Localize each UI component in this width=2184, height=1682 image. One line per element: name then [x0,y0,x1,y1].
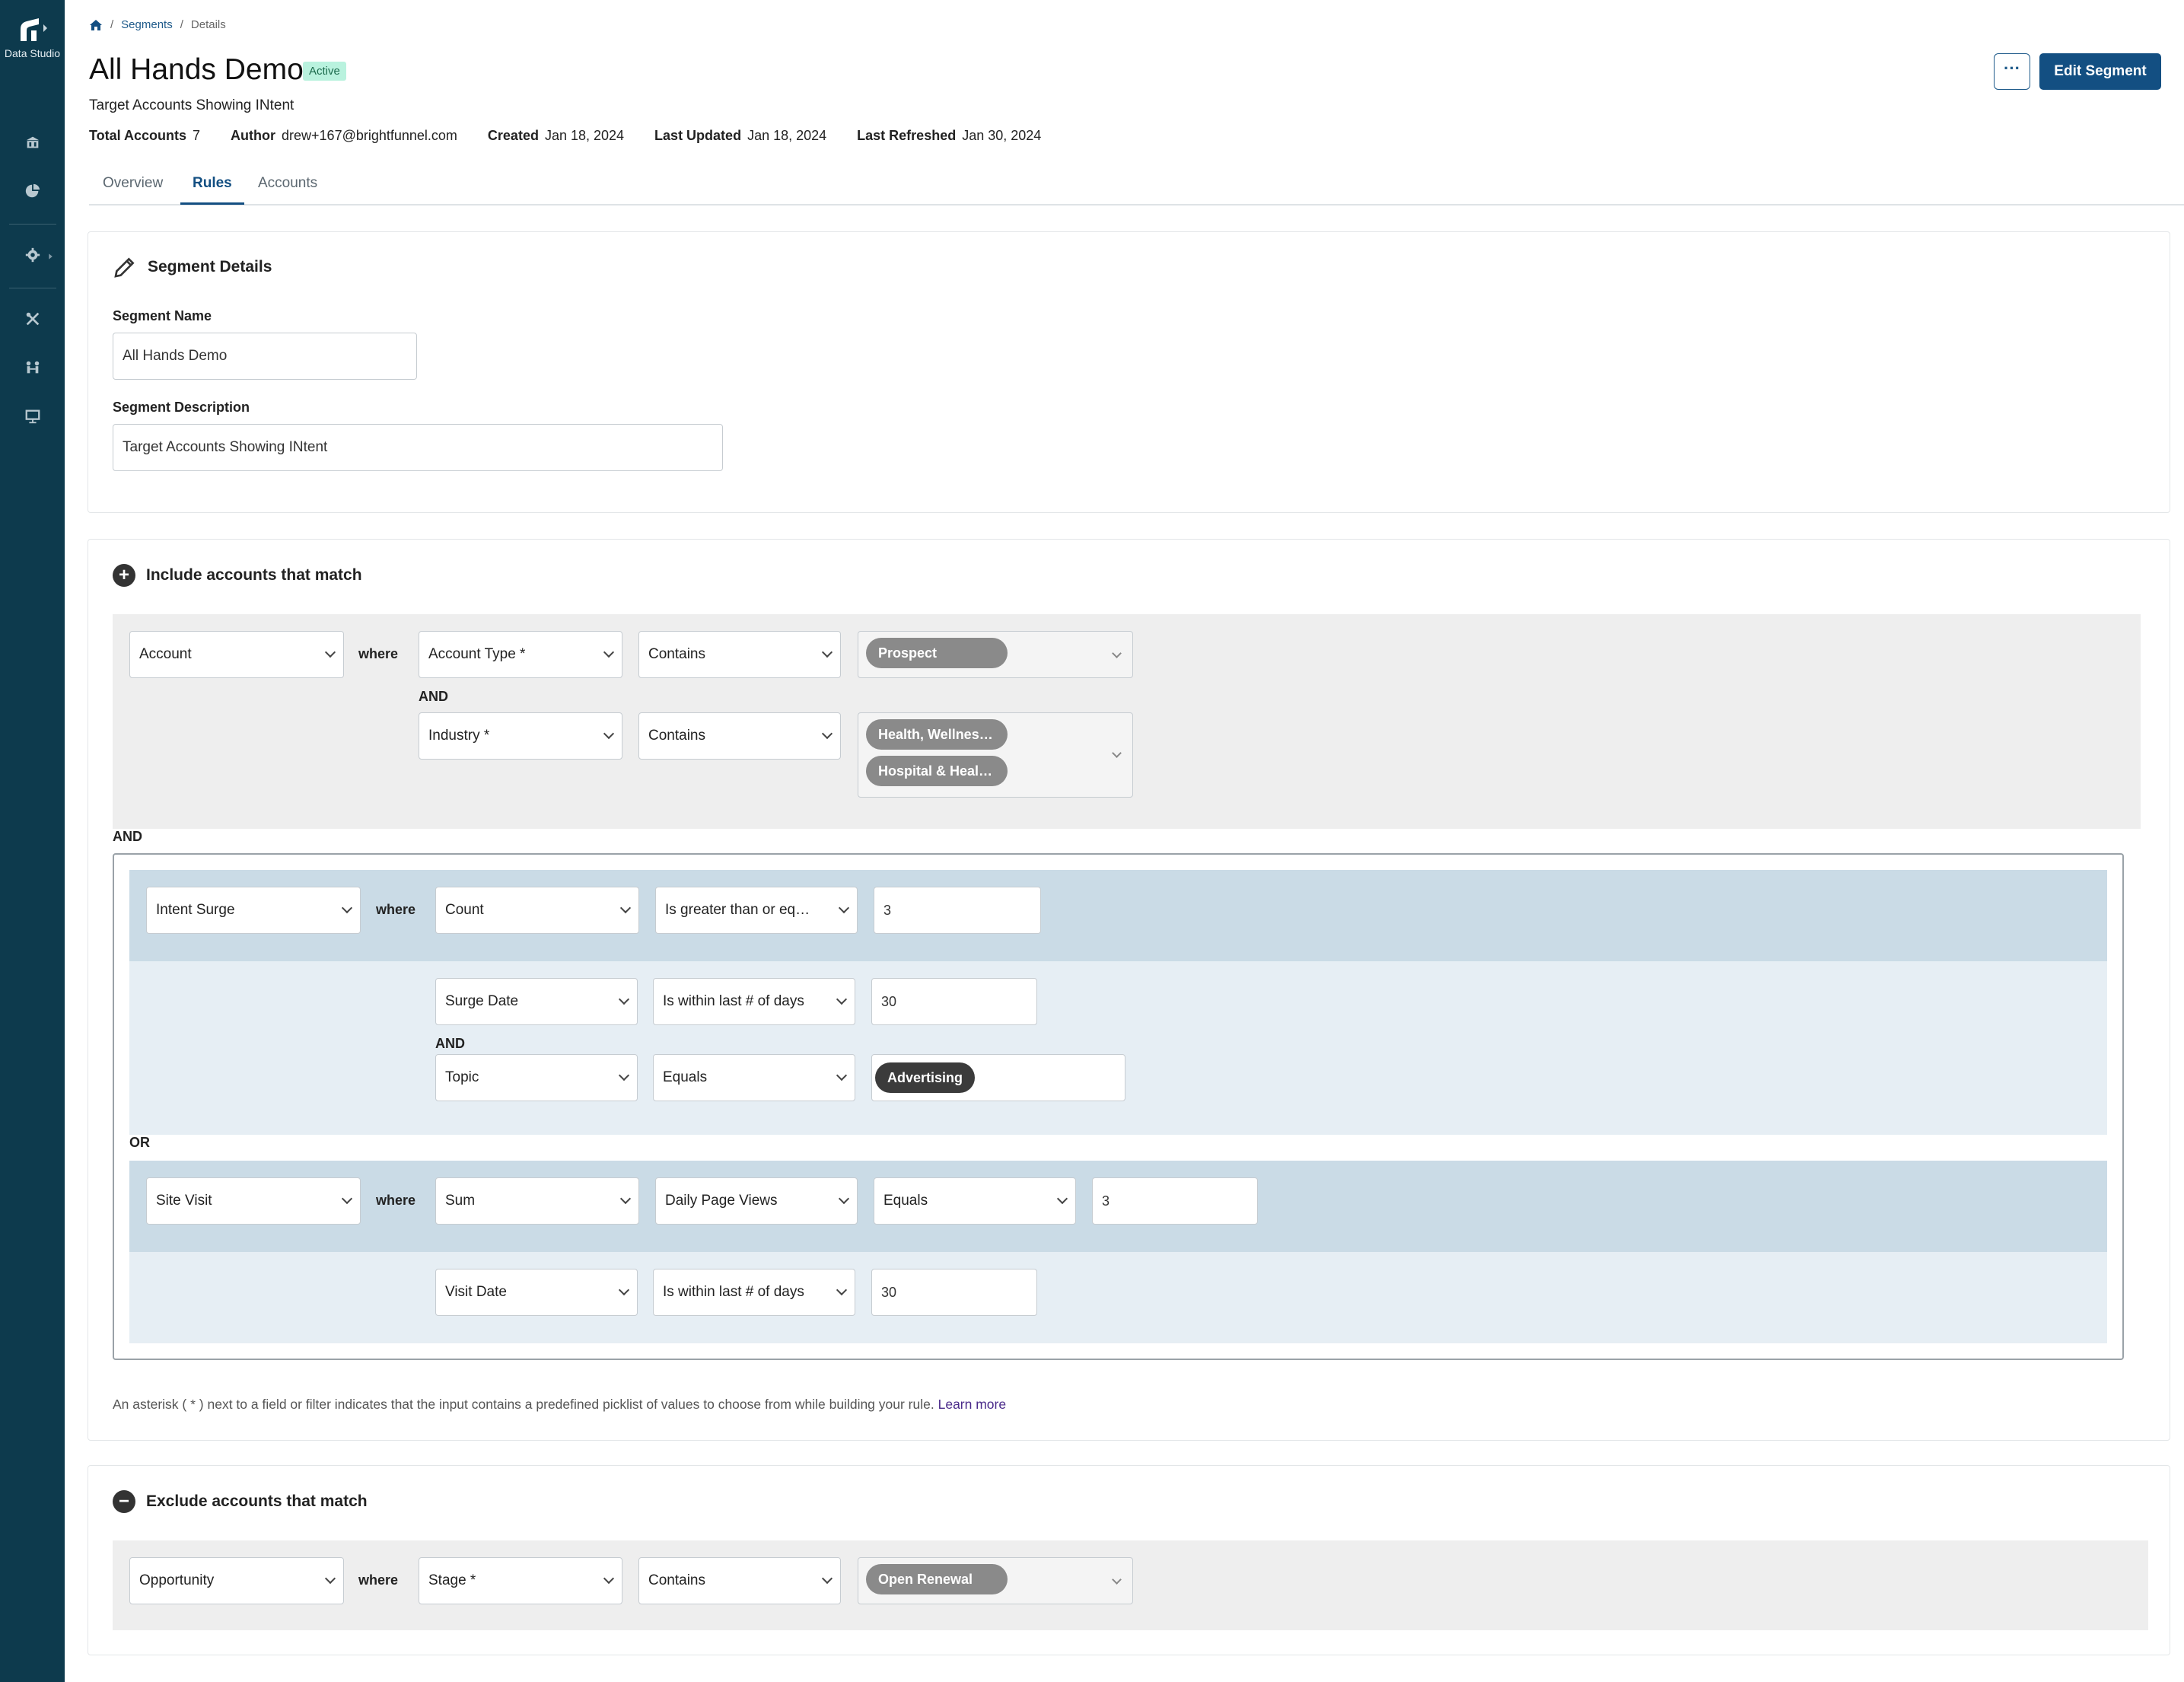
asterisk-help-note: An asterisk ( * ) next to a field or fil… [113,1397,1007,1412]
nav-settings-gear-icon[interactable] [21,244,44,266]
chip-health-wellness[interactable]: Health, Wellness & Fitness [866,719,1008,750]
surge-date-operator-select[interactable]: Is within last # of days [653,978,855,1025]
where-label: where [358,646,399,661]
breadcrumb-segments[interactable]: Segments [121,18,173,31]
include-rules-card: + Include accounts that match Account wh… [88,539,2170,1441]
nav-users-icon[interactable] [21,356,44,379]
topic-field-select[interactable]: Topic [435,1054,638,1101]
main-content: / Segments / Details All Hands Demo Acti… [65,0,2184,1682]
meta-total-accounts: Total Accounts 7 [89,128,201,143]
chip-hospital-health-care[interactable]: Hospital & Health Care [866,756,1008,786]
app-logo[interactable]: Data Studio [0,14,65,59]
industry-values-select[interactable]: Health, Wellness & Fitness Hospital & He… [858,712,1133,798]
visit-metric-select[interactable]: Daily Page Views [655,1177,858,1225]
site-visit-conditions [129,1252,2107,1343]
stage-field-select[interactable]: Stage * [419,1557,622,1604]
meta-author: Author drew+167@brightfunnel.com [231,128,457,143]
pencil-icon [114,257,135,278]
visit-operator-select[interactable]: Equals [874,1177,1076,1225]
segment-details-title: Segment Details [113,255,272,279]
data-studio-logo-icon [20,18,47,41]
visit-value-input[interactable]: 3 [1092,1177,1258,1225]
exclude-title: − Exclude accounts that match [113,1490,368,1513]
nav-pie-chart-icon[interactable] [21,180,44,202]
visit-date-operator-select[interactable]: Is within last # of days [653,1269,855,1316]
exclude-rules-card: − Exclude accounts that match Opportunit… [88,1465,2170,1655]
segment-name-label: Segment Name [113,308,212,323]
breadcrumb-details: Details [190,18,226,31]
topic-operator-select[interactable]: Equals [653,1054,855,1101]
meta-last-refreshed: Last Refreshed Jan 30, 2024 [857,128,1042,143]
tab-overview[interactable]: Overview [103,175,163,202]
breadcrumb-separator: / [110,18,114,31]
industry-field-select[interactable]: Industry * [419,712,622,760]
stage-operator-select[interactable]: Contains [638,1557,841,1604]
visit-days-input[interactable]: 30 [871,1269,1037,1316]
chip-prospect[interactable]: Prospect [866,638,1008,668]
and-label: AND [435,1036,465,1051]
segment-description-input[interactable]: Target Accounts Showing INtent [113,424,723,471]
surge-days-input[interactable]: 30 [871,978,1037,1025]
segment-meta: Total Accounts 7 Author drew+167@brightfun… [89,128,1071,144]
intent-aggregation-select[interactable]: Count [435,887,639,934]
nav-accounts-icon[interactable] [21,131,44,154]
meta-created: Created Jan 18, 2024 [487,128,625,143]
learn-more-link[interactable]: Learn more [938,1397,1007,1412]
plus-circle-icon: + [113,564,135,587]
where-label: where [358,1572,399,1588]
status-badge: Active [303,62,346,81]
account-type-operator-select[interactable]: Contains [638,631,841,678]
breadcrumb: / Segments / Details [89,18,226,31]
nav-presentation-icon[interactable] [21,405,44,428]
visit-aggregation-select[interactable]: Sum [435,1177,639,1225]
account-type-field-select[interactable]: Account Type * [419,631,622,678]
nav-expand-chevron-icon[interactable] [44,245,55,268]
segment-details-card: Segment Details Segment Name All Hands D… [88,231,2170,513]
meta-last-updated: Last Updated Jan 18, 2024 [654,128,827,143]
segment-description-label: Segment Description [113,400,250,415]
where-label: where [376,902,416,917]
nav-tools-icon[interactable] [21,307,44,330]
include-title: + Include accounts that match [113,564,362,587]
app-name: Data Studio [4,47,61,59]
tab-rules[interactable]: Rules [180,175,244,205]
chip-advertising[interactable]: Advertising [875,1062,976,1093]
intent-surge-object-select[interactable]: Intent Surge [146,887,361,934]
sidebar: Data Studio [0,0,65,1682]
intent-count-input[interactable]: 3 [874,887,1041,934]
more-options-button[interactable]: ··· [1994,53,2030,90]
minus-circle-icon: − [113,1490,135,1513]
chip-open-renewal[interactable]: Open Renewal [866,1564,1008,1594]
segment-name-input[interactable]: All Hands Demo [113,333,417,380]
tab-accounts[interactable]: Accounts [258,175,317,202]
where-label: where [376,1193,416,1208]
home-icon[interactable] [89,19,103,31]
exclude-object-select[interactable]: Opportunity [129,1557,344,1604]
intent-surge-rule-row [129,870,2107,961]
or-label: OR [129,1135,150,1150]
tab-bar: Overview Rules Accounts [89,172,2184,205]
and-label: AND [113,829,142,844]
account-object-select[interactable]: Account [129,631,344,678]
stage-values-select[interactable]: Open Renewal [858,1557,1133,1604]
and-label: AND [419,689,448,704]
page-subtitle: Target Accounts Showing INtent [89,97,294,113]
site-visit-object-select[interactable]: Site Visit [146,1177,361,1225]
visit-date-field-select[interactable]: Visit Date [435,1269,638,1316]
industry-operator-select[interactable]: Contains [638,712,841,760]
edit-segment-button[interactable]: Edit Segment [2039,53,2161,90]
sidebar-divider [9,224,56,225]
intent-operator-select[interactable]: Is greater than or equal to [655,887,858,934]
breadcrumb-separator: / [180,18,183,31]
page-title: All Hands Demo [89,53,304,86]
intent-surge-conditions [129,961,2107,1135]
account-type-values-select[interactable]: Prospect [858,631,1133,678]
topic-values-select[interactable]: Advertising [871,1054,1125,1101]
surge-date-field-select[interactable]: Surge Date [435,978,638,1025]
